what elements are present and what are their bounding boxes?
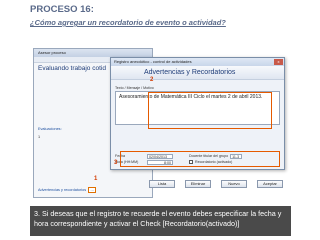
reminders-label: Advertencias y recordatorios [38,188,87,192]
step-marker-3: 3 [114,160,118,166]
background-window-titlebar: Asesor proceso [34,49,152,57]
list-button[interactable]: Lista [149,180,175,188]
dialog-header: Advertencias y Recordatorios [111,66,284,80]
step-marker-1: 1 [94,176,98,182]
reminders-open-button[interactable]: ... [88,187,97,193]
reminder-highlight-box [120,151,280,167]
caption: 3. Si deseas que el registro te recuerde… [30,206,291,236]
reminders-row: Advertencias y recordatorios ... [38,187,150,193]
dialog-titlebar: Registro anecdótico - control de activid… [111,58,284,66]
dialog-button-row: Lista Eliminar Nuevo Aceptar [149,180,283,188]
evaluations-value: 1 [38,135,41,139]
delete-button[interactable]: Eliminar [185,180,211,188]
slide-subtitle: ¿Cómo agregar un recordatorio de evento … [30,18,226,27]
evaluations-label: Evaluaciones: [38,127,62,131]
new-button[interactable]: Nuevo [221,180,247,188]
accept-button[interactable]: Aceptar [257,180,283,188]
message-highlight-box [148,92,272,129]
dialog-title: Registro anecdótico - control de activid… [114,59,192,64]
slide-title: PROCESO 16: [30,4,94,15]
message-section-label: Texto / Mensaje / Motivo [115,86,154,90]
step-marker-2: 2 [150,77,154,83]
close-icon[interactable]: x [274,59,283,65]
slide-subtitle-text: ¿Cómo agregar un recordatorio de evento … [30,18,226,27]
